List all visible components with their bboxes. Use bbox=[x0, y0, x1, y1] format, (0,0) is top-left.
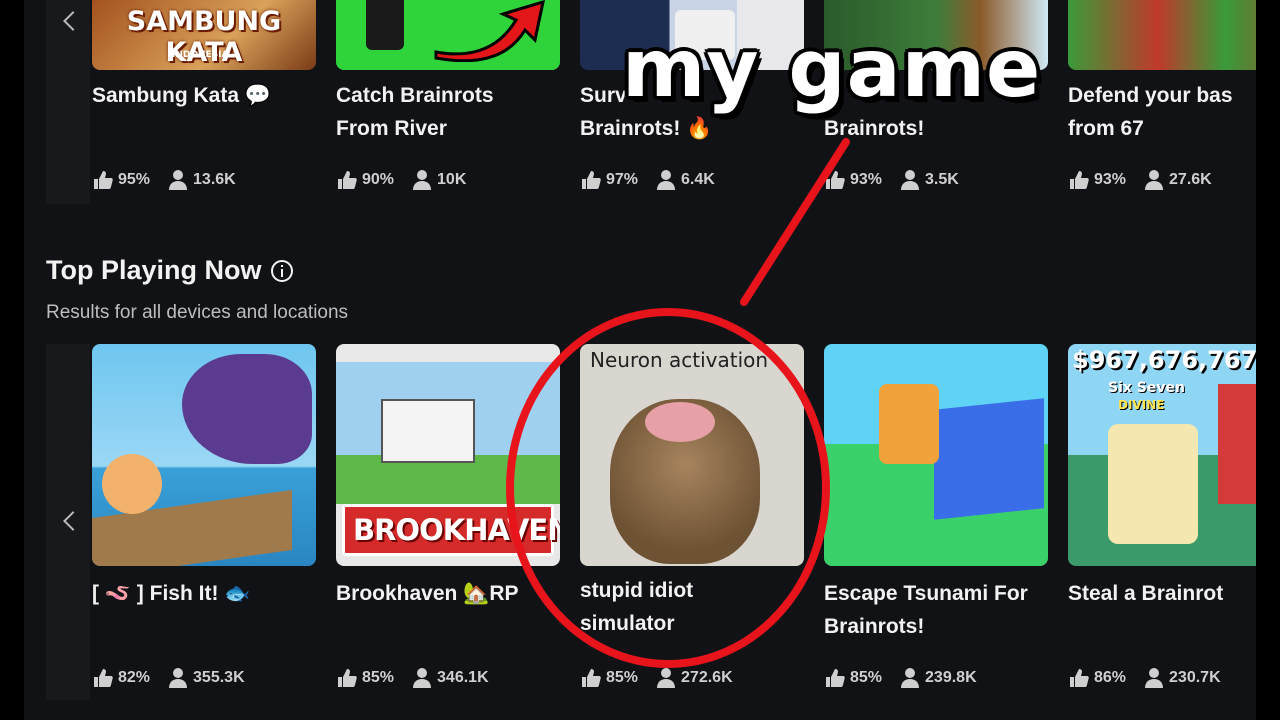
annotation-circle bbox=[506, 308, 830, 668]
annotation-caption: my game bbox=[622, 22, 1042, 115]
annotation-pointer-line bbox=[740, 138, 850, 306]
